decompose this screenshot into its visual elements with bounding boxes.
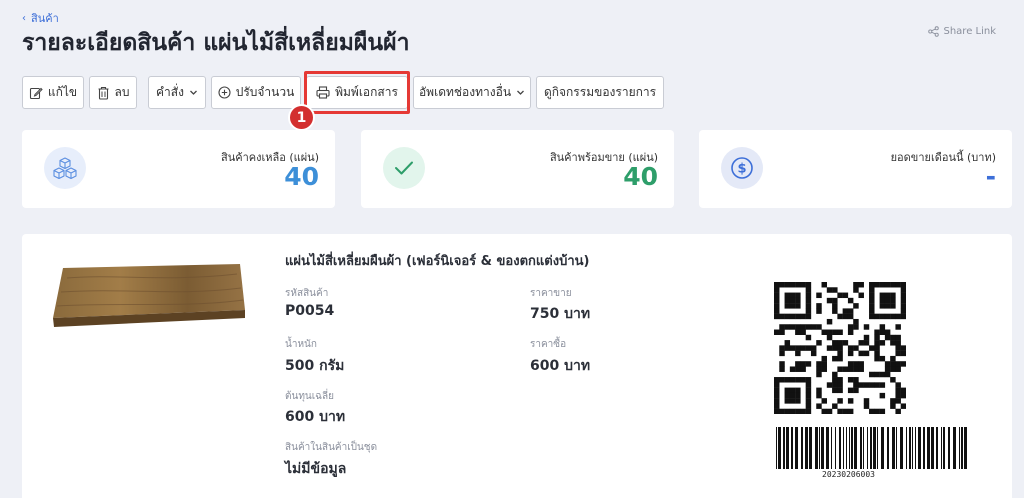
annotation-step-marker: 1 (288, 104, 315, 131)
stat-card-stock: สินค้าคงเหลือ (แผ่น) 40 (22, 130, 335, 208)
stat-card-available: สินค้าพร้อมขาย (แผ่น) 40 (361, 130, 674, 208)
sku-value: P0054 (285, 303, 335, 319)
qr-code (774, 282, 906, 414)
page-title: รายละเอียดสินค้า แผ่นไม้สี่เหลี่ยมผืนผ้า (22, 30, 410, 56)
dollar-icon: $ (721, 147, 763, 189)
barcode-number: 20230206003 (822, 470, 875, 479)
share-link-label: Share Link (943, 26, 996, 37)
cost-label: ราคาซื้อ (530, 339, 567, 350)
boxes-icon (44, 147, 86, 189)
plus-circle-icon (218, 86, 231, 99)
delete-label: ลบ (114, 85, 130, 99)
edit-icon (29, 87, 43, 99)
adjust-quantity-button[interactable]: ปรับจำนวน (211, 76, 301, 109)
product-image (53, 264, 245, 327)
edit-button[interactable]: แก้ไข (22, 76, 84, 109)
monthly-sales-label: ยอดขายเดือนนี้ (บาท) (890, 151, 996, 164)
stat-card-monthly-sales: $ ยอดขายเดือนนี้ (บาท) - (699, 130, 1012, 208)
view-activity-label: ดูกิจกรรมของรายการ (543, 85, 657, 99)
weight-label: น้ำหนัก (285, 339, 317, 350)
adjust-quantity-label: ปรับจำนวน (235, 85, 295, 99)
price-value: 750 บาท (530, 306, 591, 322)
delete-button[interactable]: ลบ (89, 76, 137, 109)
price-label: ราคาขาย (530, 288, 572, 299)
trash-icon (98, 86, 108, 100)
update-other-channels-dropdown[interactable]: อัพเดทช่องทางอื่น (413, 76, 531, 109)
weight-value: 500 กรัม (285, 358, 345, 374)
annotation-highlight-box (304, 71, 410, 114)
stock-value: 40 (284, 162, 319, 191)
edit-label: แก้ไข (47, 85, 78, 99)
view-activity-button[interactable]: ดูกิจกรรมของรายการ (536, 76, 664, 109)
bundle-value: ไม่มีข้อมูล (285, 461, 347, 477)
svg-text:$: $ (737, 162, 746, 177)
avg-cost-label: ต้นทุนเฉลี่ย (285, 391, 334, 402)
update-other-channels-label: อัพเดทช่องทางอื่น (418, 85, 512, 99)
barcode (776, 427, 967, 469)
cost-value: 600 บาท (530, 358, 591, 374)
sku-label: รหัสสินค้า (285, 288, 329, 299)
check-icon (383, 147, 425, 189)
bundle-label: สินค้าในสินค้าเป็นชุด (285, 442, 378, 453)
command-label: คำสั่ง (156, 85, 184, 99)
product-detail-panel: แผ่นไม้สี่เหลี่ยมผืนผ้า (เฟอร์นิเจอร์ & … (22, 234, 1012, 498)
available-value: 40 (623, 162, 658, 191)
command-dropdown[interactable]: คำสั่ง (148, 76, 206, 109)
chevron-down-icon (517, 90, 524, 95)
share-icon (928, 26, 940, 37)
share-link-button[interactable]: Share Link (928, 26, 996, 37)
chevron-left-icon: ‹ (22, 12, 26, 24)
monthly-sales-value: - (985, 162, 996, 191)
chevron-down-icon (190, 90, 197, 95)
avg-cost-value: 600 บาท (285, 409, 346, 425)
product-name: แผ่นไม้สี่เหลี่ยมผืนผ้า (เฟอร์นิเจอร์ & … (285, 254, 590, 269)
